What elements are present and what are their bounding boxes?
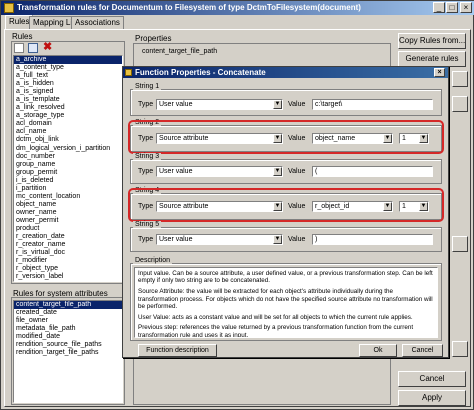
chevron-down-icon[interactable]: ▼ bbox=[273, 235, 282, 244]
string-3-value-label: Value bbox=[288, 168, 306, 175]
cancel-button[interactable]: Cancel bbox=[398, 371, 466, 387]
rule-list-item[interactable]: dm_logical_version_i_partition bbox=[14, 145, 122, 153]
string-5-value-input[interactable]: ) bbox=[312, 234, 433, 245]
string-5-value-label: Value bbox=[288, 236, 306, 243]
rule-list-item[interactable]: a_is_template bbox=[14, 96, 122, 104]
string-1-title: String 1 bbox=[133, 83, 162, 90]
string-1-type-value: User value bbox=[159, 101, 193, 108]
sys-rule-list-item[interactable]: content_target_file_path bbox=[14, 301, 122, 310]
rule-list-item[interactable]: mc_content_location bbox=[14, 193, 122, 201]
dialog-title: Function Properties - Concatenate bbox=[123, 67, 448, 78]
rule-list-item[interactable]: owner_permit bbox=[14, 217, 122, 225]
rule-list-item[interactable]: a_is_signed bbox=[14, 88, 122, 96]
rule-list-item[interactable]: a_archive bbox=[14, 56, 122, 65]
function-description-button[interactable]: Function description bbox=[138, 344, 217, 357]
rules-group-label: Rules bbox=[12, 32, 33, 41]
function-properties-dialog: Function Properties - Concatenate × Stri… bbox=[122, 66, 449, 358]
description-paragraph: Previous step: references the value retu… bbox=[138, 324, 414, 338]
property-value: content_target_file_path bbox=[142, 48, 218, 55]
sys-rules-list: content_target_file_path created_date file… bbox=[13, 300, 123, 403]
window-title: Transformation rules for Documentum to F… bbox=[1, 1, 474, 15]
maximize-button[interactable]: □ bbox=[446, 2, 458, 13]
rule-list-item[interactable]: i_is_deleted bbox=[14, 177, 122, 185]
string-2-highlight bbox=[128, 120, 444, 154]
dialog-close-button[interactable]: × bbox=[434, 68, 445, 77]
app-icon bbox=[4, 3, 14, 13]
copy-rules-button[interactable]: Copy Rules from... bbox=[398, 33, 466, 49]
description-paragraph: Input value. Can be a source attribute, … bbox=[138, 270, 433, 285]
rule-list-item[interactable]: r_creation_date bbox=[14, 233, 122, 241]
close-window-button[interactable]: × bbox=[460, 2, 472, 13]
delete-rule-icon[interactable]: ✖ bbox=[43, 41, 52, 54]
rule-list-item[interactable]: doc_number bbox=[14, 153, 122, 161]
apply-button[interactable]: Apply bbox=[398, 390, 466, 406]
sys-rule-list-item[interactable]: created_date bbox=[14, 309, 122, 317]
rule-list-item[interactable]: a_link_resolved bbox=[14, 104, 122, 112]
side-button-b[interactable] bbox=[452, 96, 468, 112]
string-5-type-label: Type bbox=[138, 236, 154, 243]
new-rule-icon[interactable] bbox=[14, 43, 24, 53]
rule-list-item[interactable]: i_partition bbox=[14, 185, 122, 193]
string-3-value-input[interactable]: ( bbox=[312, 166, 433, 177]
copy-rule-icon[interactable] bbox=[28, 43, 38, 53]
rule-list-item[interactable]: r_object_type bbox=[14, 265, 122, 273]
rule-list-item[interactable]: a_content_type bbox=[14, 64, 122, 72]
description-text: Input value. Can be a source attribute, … bbox=[134, 267, 438, 338]
rule-list-item[interactable]: group_permit bbox=[14, 169, 122, 177]
string-5-type-value: User value bbox=[159, 236, 193, 243]
sys-rule-list-item[interactable]: rendition_source_file_paths bbox=[14, 341, 122, 349]
description-paragraph: User Value: acts as a constant value and… bbox=[138, 313, 413, 321]
string-1-type-select[interactable]: User value ▼ bbox=[156, 99, 283, 110]
rule-list-item[interactable]: a_full_text bbox=[14, 72, 122, 80]
chevron-down-icon[interactable]: ▼ bbox=[273, 100, 282, 109]
side-button-d[interactable] bbox=[452, 341, 468, 357]
rule-list-item[interactable]: a_is_hidden bbox=[14, 80, 122, 88]
minimize-button[interactable]: _ bbox=[433, 2, 445, 13]
rule-list-item[interactable]: product bbox=[14, 225, 122, 233]
string-3-type-select[interactable]: User value ▼ bbox=[156, 166, 283, 177]
chevron-down-icon[interactable]: ▼ bbox=[273, 167, 282, 176]
string-1-type-label: Type bbox=[138, 101, 154, 108]
rule-list-item[interactable]: r_is_virtual_doc bbox=[14, 249, 122, 257]
sys-rule-list-item[interactable]: rendition_target_file_paths bbox=[14, 349, 122, 357]
rule-list-item[interactable]: acl_domain bbox=[14, 120, 122, 128]
description-paragraph: Source Attribute: the value will be extr… bbox=[138, 288, 433, 310]
rule-list-item[interactable]: a_storage_type bbox=[14, 112, 122, 120]
string-3-type-value: User value bbox=[159, 168, 193, 175]
tab-associations[interactable]: Associations bbox=[71, 16, 124, 29]
rule-list-item[interactable]: acl_name bbox=[14, 128, 122, 136]
rule-list-item[interactable]: r_modifier bbox=[14, 257, 122, 265]
dialog-cancel-button[interactable]: Cancel bbox=[402, 344, 443, 357]
string-3-title: String 3 bbox=[133, 153, 162, 160]
description-title: Description bbox=[133, 257, 173, 264]
rule-list-item[interactable]: group_name bbox=[14, 161, 122, 169]
properties-label: Properties bbox=[135, 34, 172, 43]
sys-rule-list-item[interactable]: metadata_file_path bbox=[14, 325, 122, 333]
ok-button[interactable]: Ok bbox=[359, 344, 397, 357]
rules-list: a_archive a_content_type a_full_text a_is_h… bbox=[13, 55, 123, 282]
string-5-type-select[interactable]: User value ▼ bbox=[156, 234, 283, 245]
string-1-value-input[interactable]: c:\target\ bbox=[312, 99, 433, 110]
generate-rules-button[interactable]: Generate rules bbox=[398, 51, 466, 67]
string-5-title: String 5 bbox=[133, 221, 162, 228]
string-4-highlight bbox=[128, 188, 444, 222]
rule-list-item[interactable]: owner_name bbox=[14, 209, 122, 217]
side-button-c[interactable] bbox=[452, 236, 468, 252]
side-button-a[interactable] bbox=[452, 71, 468, 87]
rule-list-item[interactable]: dctm_obj_link bbox=[14, 136, 122, 144]
string-1-value-label: Value bbox=[288, 101, 306, 108]
rule-list-item[interactable]: object_name bbox=[14, 201, 122, 209]
sys-rule-list-item[interactable]: file_owner bbox=[14, 317, 122, 325]
rule-list-item[interactable]: r_version_label bbox=[14, 273, 122, 281]
dialog-icon bbox=[125, 69, 132, 76]
string-3-type-label: Type bbox=[138, 168, 154, 175]
rule-list-item[interactable]: r_creator_name bbox=[14, 241, 122, 249]
rule-list-item[interactable]: subject bbox=[14, 281, 122, 282]
sys-rule-list-item[interactable]: modified_date bbox=[14, 333, 122, 341]
